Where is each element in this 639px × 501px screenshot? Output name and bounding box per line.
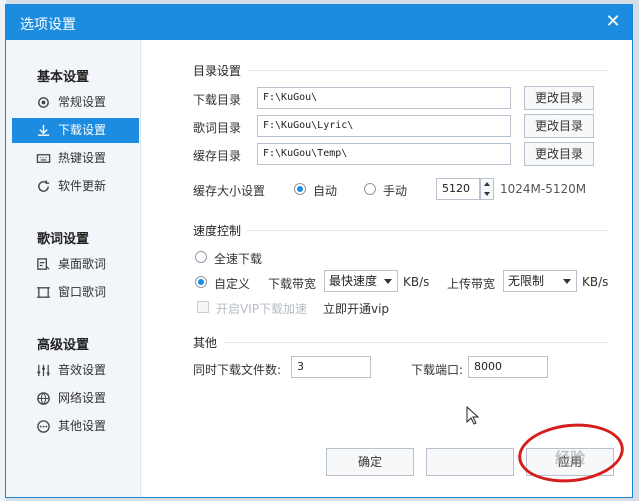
cache-auto-label: 自动 (313, 184, 338, 198)
cache-dir-field[interactable]: F:\KuGou\Temp\ (257, 143, 511, 165)
cache-manual-radio[interactable] (364, 183, 376, 195)
vip-open-link[interactable]: 立即开通vip (323, 300, 389, 317)
sidebar-item-label: 软件更新 (58, 179, 107, 193)
desktop-lyric-icon (37, 258, 50, 270)
sidebar-item-update[interactable]: 软件更新 (12, 174, 139, 199)
full-speed-radio[interactable] (195, 251, 207, 263)
change-cache-dir-button[interactable]: 更改目录 (524, 142, 594, 166)
custom-speed-label: 自定义 (214, 277, 251, 291)
equalizer-icon (37, 364, 50, 377)
cache-auto-radio[interactable] (294, 183, 306, 195)
change-download-dir-button[interactable]: 更改目录 (524, 86, 594, 110)
vip-accel-label: 开启VIP下载加速 (216, 302, 307, 316)
upload-bandwidth-unit: KB/s (582, 275, 609, 289)
download-bandwidth-select[interactable]: 最快速度 (324, 270, 398, 292)
section-speed-title: 速度控制 (193, 224, 242, 238)
globe-icon (37, 392, 50, 405)
upload-bandwidth-label: 上传带宽 (447, 277, 496, 291)
window-lyric-icon (36, 287, 51, 298)
sidebar: 基本设置 常规设置 下载设置 热键设置 软件更新 歌词设置 桌面歌词 窗口歌词 … (6, 40, 141, 497)
sidebar-item-label: 下载设置 (58, 123, 107, 137)
sidebar-item-label: 桌面歌词 (58, 257, 107, 271)
download-bandwidth-value: 最快速度 (329, 274, 378, 288)
sidebar-item-label: 网络设置 (58, 391, 107, 405)
sidebar-item-desktop-lyric[interactable]: 桌面歌词 (12, 252, 139, 277)
options-dialog: 选项设置 ✕ 基本设置 常规设置 下载设置 热键设置 软件更新 歌词设置 桌面歌… (5, 4, 633, 498)
sidebar-item-label: 热键设置 (58, 151, 107, 165)
chevron-down-icon (384, 279, 392, 284)
title-bar: 选项设置 ✕ (6, 5, 632, 40)
section-divider (223, 342, 607, 343)
stepper-down-icon[interactable] (484, 192, 490, 196)
more-icon (37, 420, 50, 433)
mouse-cursor-icon (466, 406, 480, 425)
chevron-down-icon (563, 279, 571, 284)
sidebar-item-hotkey[interactable]: 热键设置 (12, 146, 139, 171)
download-bandwidth-unit: KB/s (403, 275, 430, 289)
cache-dir-label: 缓存目录 (193, 149, 242, 163)
section-other-title: 其他 (193, 336, 218, 350)
sidebar-item-window-lyric[interactable]: 窗口歌词 (12, 280, 139, 305)
section-divider (247, 70, 607, 71)
sidebar-group-lyrics: 歌词设置 (37, 232, 90, 247)
watermark-text: 经验 (555, 449, 586, 467)
sidebar-item-label: 音效设置 (58, 363, 107, 377)
download-dir-field[interactable]: F:\KuGou\ (257, 87, 511, 109)
concurrent-downloads-label: 同时下载文件数: (193, 363, 282, 377)
section-directory-title: 目录设置 (193, 64, 242, 78)
window-title: 选项设置 (20, 17, 76, 33)
cancel-button[interactable] (426, 448, 514, 476)
download-icon (37, 124, 50, 136)
download-port-field[interactable]: 8000 (468, 356, 548, 378)
concurrent-downloads-field[interactable]: 3 (291, 356, 371, 378)
sidebar-item-sound[interactable]: 音效设置 (12, 358, 139, 383)
close-icon[interactable]: ✕ (604, 13, 622, 31)
download-dir-label: 下载目录 (193, 93, 242, 107)
sidebar-item-label: 其他设置 (58, 419, 107, 433)
stepper-up-icon[interactable] (484, 182, 490, 186)
sidebar-item-general[interactable]: 常规设置 (12, 90, 139, 115)
cache-size-field[interactable]: 5120 (436, 178, 480, 200)
cache-size-label: 缓存大小设置 (193, 184, 266, 198)
section-divider (247, 230, 607, 231)
lyric-dir-label: 歌词目录 (193, 121, 242, 135)
sidebar-group-basic: 基本设置 (37, 70, 90, 85)
sidebar-item-label: 常规设置 (58, 95, 107, 109)
keyboard-icon (36, 154, 51, 163)
cache-size-stepper[interactable] (480, 178, 494, 200)
lyric-dir-field[interactable]: F:\KuGou\Lyric\ (257, 115, 511, 137)
sidebar-item-other[interactable]: 其他设置 (12, 414, 139, 439)
sidebar-item-download[interactable]: 下载设置 (12, 118, 139, 143)
gear-icon (38, 97, 49, 108)
sidebar-item-label: 窗口歌词 (58, 285, 107, 299)
vip-accel-checkbox[interactable] (197, 301, 209, 313)
download-port-label: 下载端口: (411, 363, 464, 377)
sidebar-item-network[interactable]: 网络设置 (12, 386, 139, 411)
cache-range-hint: 1024M-5120M (500, 182, 587, 196)
upload-bandwidth-value: 无限制 (508, 274, 545, 288)
sidebar-group-advanced: 高级设置 (37, 338, 90, 353)
full-speed-label: 全速下载 (214, 252, 263, 266)
custom-speed-radio[interactable] (195, 276, 207, 288)
upload-bandwidth-select[interactable]: 无限制 (503, 270, 577, 292)
download-bandwidth-label: 下载带宽 (268, 277, 317, 291)
cache-manual-label: 手动 (383, 184, 408, 198)
change-lyric-dir-button[interactable]: 更改目录 (524, 114, 594, 138)
ok-button[interactable]: 确定 (326, 448, 414, 476)
refresh-icon (38, 180, 50, 192)
